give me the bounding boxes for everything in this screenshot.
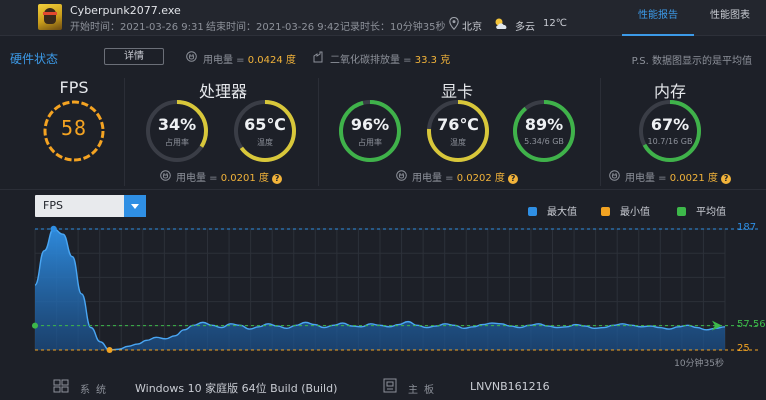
view-tabs: 性能报告 性能图表 [622,0,766,36]
help-icon[interactable]: ? [272,174,283,184]
fps-chart [32,225,760,353]
help-icon[interactable]: ? [721,174,732,184]
tab-performance-chart[interactable]: 性能图表 [694,0,766,36]
gpu-usage-label: 占用率 [358,138,382,147]
total-energy: 用电量 = 0.0424 度 [203,51,296,66]
metric-select-value: FPS [43,199,63,212]
gpu-usage-gauge: 96% 占用率 [337,98,403,164]
ram-usage-label: 10.7/16 GB [647,137,693,146]
gpu-memory-gauge: 89% 5.34/6 GB [511,98,577,164]
avg-point-marker [32,322,38,329]
windows-system-icon [53,379,69,393]
help-icon[interactable]: ? [508,174,519,184]
legend-min: 最小值 [601,203,650,218]
ram-usage-value: 67% [650,115,690,134]
start-time: 开始时间：2021-03-26 9:31 [70,22,204,33]
gpu-temp-gauge: 76℃ 温度 [425,98,491,164]
ram-energy-value: 0.0021 度 [669,173,718,184]
record-duration: 记录时长：10分钟35秒 [340,22,446,33]
gpu-energy-label: 用电量 = [412,173,457,184]
power-plug-icon [609,170,620,181]
fps-title: FPS [59,78,89,97]
game-app-icon [38,4,62,30]
divider [600,78,601,186]
section-divider [0,189,766,190]
energy-value: 0.0424 度 [247,55,296,66]
board-label: 主板 [408,385,440,396]
weather-text: 多云 [515,22,535,33]
x-duration-label: 10分钟35秒 [674,359,724,369]
legend-swatch-min [601,207,610,216]
cpu-energy: 用电量 = 0.0201 度 ? [176,169,283,184]
ram-energy: 用电量 = 0.0021 度 ? [625,169,732,184]
app-name: Cyberpunk2077.exe [70,4,181,17]
cpu-usage-label: 占用率 [165,138,189,147]
gpu-energy: 用电量 = 0.0202 度 ? [412,169,519,184]
max-point-marker [50,225,57,233]
power-plug-icon [160,170,171,181]
gpu-temp-value: 76℃ [437,115,479,134]
y-min-label: 25 [737,343,750,354]
os-value: Windows 10 家庭版 64位 Build (Build) [135,382,338,395]
metric-select[interactable]: FPS [35,195,146,217]
legend-min-label: 最小值 [620,207,650,218]
window-header: Cyberpunk2077.exe 开始时间：2021-03-26 9:31 结… [0,0,766,36]
location-pin-icon [449,17,459,30]
hardware-status-title: 硬件状态 [10,52,59,66]
legend-swatch-avg [677,207,686,216]
cpu-temp-gauge: 65℃ 温度 [232,98,298,164]
location-text: 北京 [462,22,482,33]
cpu-energy-label: 用电量 = [176,173,221,184]
legend-avg: 平均值 [677,203,726,218]
energy-label: 用电量 = [203,55,248,66]
details-button[interactable]: 详情 [104,48,164,65]
cpu-temp-label: 温度 [257,138,273,147]
cpu-usage-value: 34% [157,115,197,134]
end-time: 结束时间：2021-03-26 9:42 [206,22,340,33]
legend-swatch-max [528,207,537,216]
legend-max-label: 最大值 [547,207,577,218]
cpu-usage-gauge: 34% 占用率 [144,98,210,164]
motherboard-icon [383,378,397,393]
gpu-energy-value: 0.0202 度 [456,173,505,184]
power-plug-icon [396,170,407,181]
gpu-memory-value: 89% [524,115,564,134]
co2-factory-icon [313,51,323,63]
tab-performance-report[interactable]: 性能报告 [622,0,694,36]
y-avg-label: 57.56 [737,318,766,330]
co2-emission: 二氧化碳排放量 = 33.3 克 [330,51,450,66]
min-point-marker [106,347,113,353]
partly-cloudy-icon [495,18,507,29]
divider [318,78,319,186]
y-max-label: 187 [737,222,757,233]
board-value: LNVNB161216 [470,380,550,393]
cpu-temp-value: 65℃ [244,115,286,134]
co2-label: 二氧化碳排放量 = [330,55,415,66]
fps-value: 58 [60,116,88,140]
os-label: 系统 [80,385,112,396]
legend-max: 最大值 [528,203,577,218]
power-plug-icon [186,51,197,62]
chart-note: P.S. 数据图显示的是平均值 [631,56,752,67]
legend-avg-label: 平均值 [696,207,726,218]
temperature-text: 12℃ [543,18,567,29]
co2-value: 33.3 克 [414,55,451,66]
divider [124,78,125,186]
cpu-energy-value: 0.0201 度 [220,173,269,184]
gpu-temp-label: 温度 [450,138,466,147]
ram-energy-label: 用电量 = [625,173,670,184]
gpu-usage-value: 96% [350,115,390,134]
ram-usage-gauge: 67% 10.7/16 GB [637,98,703,164]
chevron-down-icon[interactable] [124,195,146,217]
gpu-memory-label: 5.34/6 GB [524,137,564,146]
